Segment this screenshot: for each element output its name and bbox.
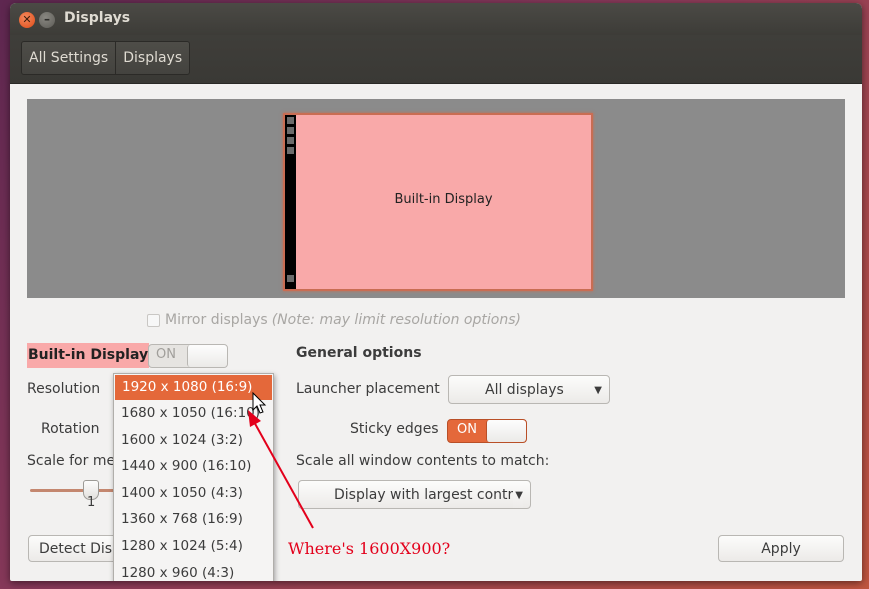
sticky-edges-switch[interactable]: ON [447, 419, 527, 443]
general-options-heading: General options [296, 345, 422, 361]
launcher-square-icon [287, 117, 294, 124]
launcher-square-icon [287, 147, 294, 154]
resolution-option[interactable]: 1280 x 960 (4:3) [114, 560, 273, 581]
scale-slider-value: 1 [87, 495, 96, 510]
monitor-label: Built-in Display [296, 115, 591, 289]
dropdown-arrow-icon: ▼ [513, 481, 523, 508]
resolution-option[interactable]: 1400 x 1050 (4:3) [114, 480, 273, 507]
scale-all-label: Scale all window contents to match: [296, 453, 550, 469]
breadcrumb: All Settings Displays [21, 41, 191, 75]
switch-knob [486, 420, 526, 442]
sticky-edges-switch-text: ON [457, 422, 477, 437]
mirror-displays-row: Mirror displays (Note: may limit resolut… [147, 312, 521, 328]
dropdown-arrow-icon: ▼ [594, 385, 602, 396]
mirror-displays-checkbox[interactable] [147, 313, 160, 327]
breadcrumb-all-settings[interactable]: All Settings [22, 42, 117, 74]
launcher-square-icon [287, 275, 294, 282]
annotation-text: Where's 1600X900? [288, 539, 451, 558]
launcher-placement-value: All displays [485, 382, 564, 398]
resolution-dropdown-menu: 1920 x 1080 (16:9) 1680 x 1050 (16:10) 1… [113, 373, 274, 581]
resolution-option[interactable]: 1280 x 1024 (5:4) [114, 533, 273, 560]
scale-all-value: Display with largest contr [334, 487, 514, 503]
mirror-displays-label: Mirror displays [165, 312, 268, 328]
title-bar: ✕ – Displays [10, 3, 862, 35]
display-power-switch-text: ON [156, 347, 176, 362]
monitor-preview[interactable]: Built-in Display [283, 113, 593, 291]
breadcrumb-displays[interactable]: Displays [116, 42, 189, 74]
launcher-placement-combo[interactable]: All displays ▼ [448, 375, 610, 404]
minimize-button[interactable]: – [39, 12, 55, 28]
launcher-square-icon [287, 137, 294, 144]
apply-button[interactable]: Apply [718, 535, 844, 562]
resolution-label: Resolution [27, 381, 101, 397]
rotation-label: Rotation [41, 421, 100, 437]
close-button[interactable]: ✕ [19, 12, 35, 28]
resolution-option[interactable]: 1360 x 768 (16:9) [114, 506, 273, 533]
scale-slider-track[interactable] [30, 489, 120, 492]
window-title: Displays [64, 10, 131, 26]
switch-knob [187, 345, 227, 367]
display-name-label: Built-in Display [27, 343, 150, 368]
scale-menu-label: Scale for menu and title bars: [27, 453, 117, 469]
display-arrangement-area: Built-in Display [27, 99, 845, 298]
scale-all-combo[interactable]: Display with largest contr ▼ [298, 480, 531, 509]
resolution-option[interactable]: 1440 x 900 (16:10) [114, 453, 273, 480]
display-power-switch[interactable]: ON [148, 344, 228, 368]
sticky-edges-label: Sticky edges [350, 421, 439, 437]
launcher-placement-label: Launcher placement [296, 381, 440, 397]
minimize-icon: – [44, 12, 50, 26]
launcher-square-icon [287, 127, 294, 134]
close-icon: ✕ [22, 13, 32, 26]
resolution-option[interactable]: 1680 x 1050 (16:10) [114, 400, 273, 427]
resolution-option[interactable]: 1600 x 1024 (3:2) [114, 427, 273, 454]
mirror-displays-note: (Note: may limit resolution options) [271, 312, 521, 328]
resolution-option[interactable]: 1920 x 1080 (16:9) [115, 375, 272, 400]
displays-window: ✕ – Displays All Settings Displays Built… [10, 3, 862, 581]
